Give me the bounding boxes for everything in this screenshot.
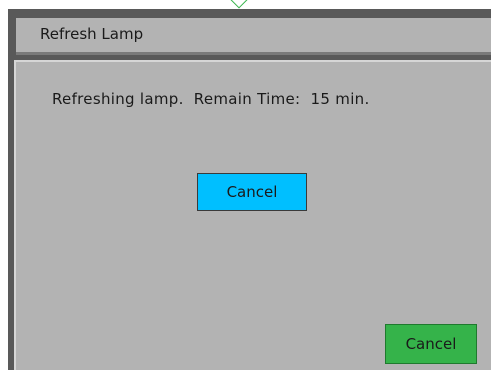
refresh-status-message: Refreshing lamp. Remain Time: 15 min. — [52, 90, 370, 108]
scroll-indicator-icon — [230, 0, 248, 9]
cancel-button[interactable]: Cancel — [197, 173, 307, 211]
cancel-footer-button[interactable]: Cancel — [385, 324, 477, 364]
dialog-content: Refreshing lamp. Remain Time: 15 min. Ca… — [14, 60, 491, 370]
dialog-title: Refresh Lamp — [40, 25, 144, 43]
title-divider — [16, 52, 491, 55]
dialog-title-bar: Refresh Lamp — [16, 18, 491, 52]
